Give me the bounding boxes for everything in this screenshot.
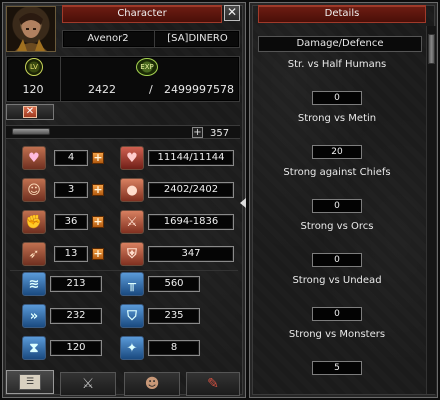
detail-label: Str. vs Half Humans — [287, 59, 387, 70]
intelligence-icon: ☺ — [22, 178, 46, 202]
exp-separator: / — [149, 83, 153, 96]
player-name: Avenor2 — [87, 33, 129, 44]
window-title: Character — [117, 8, 167, 19]
details-scrollbar[interactable] — [426, 26, 436, 394]
tab-character[interactable]: ☰ — [6, 370, 54, 394]
vitality-icon: ♥ — [22, 146, 46, 170]
attack-value: 1694-1836 — [148, 214, 234, 230]
vitality-plus-button[interactable]: + — [92, 152, 104, 164]
level-exp-divider — [60, 57, 61, 101]
dodge-value: 8 — [148, 340, 200, 356]
level-badge-label: LV — [30, 63, 38, 71]
mana-icon: ● — [120, 178, 144, 202]
max-exp: 2499997578 — [164, 83, 234, 96]
tab-skills[interactable]: ⚔ — [60, 372, 116, 396]
magic-attack-icon: ╥ — [120, 272, 144, 296]
stats-divider — [10, 270, 238, 271]
strength-icon: ✊ — [22, 210, 46, 234]
level-badge: LV — [25, 58, 43, 76]
current-exp: 2422 — [88, 83, 116, 96]
stat-points-value: 357 — [210, 128, 230, 139]
character-title-bar[interactable]: Character — [62, 5, 222, 23]
defense-shield-icon: ⛨ — [120, 242, 144, 266]
quest-icon: ✎ — [207, 376, 219, 392]
magic-defense-icon: ⛉ — [120, 304, 144, 328]
detail-label: Strong vs Orcs — [300, 221, 374, 232]
scrollbar-thumb[interactable] — [428, 34, 435, 64]
casting-speed-icon: ⧗ — [22, 336, 46, 360]
sword-gauge-icon — [12, 128, 50, 135]
detail-label: Strong vs Undead — [292, 275, 382, 286]
attack-speed-value: 213 — [50, 276, 102, 292]
dexterity-value: 13 — [54, 246, 88, 262]
detail-value: 0 — [312, 199, 362, 213]
detail-label: Strong against Chiefs — [283, 167, 391, 178]
mp-value: 2402/2402 — [148, 182, 234, 198]
character-sheet-icon: ☰ — [19, 374, 41, 390]
attack-speed-icon: ≋ — [22, 272, 46, 296]
dexterity-plus-button[interactable]: + — [92, 248, 104, 260]
guild-name: [SA]DINERO — [167, 33, 228, 44]
close-button[interactable]: ✕ — [224, 5, 240, 21]
details-section-header: Damage/Defence — [258, 36, 422, 52]
emotion-icon: ☻ — [144, 376, 160, 392]
cross-icon: ✕ — [23, 106, 37, 118]
defense-value: 347 — [148, 246, 234, 262]
crossed-swords-icon: ⚔ — [81, 376, 95, 392]
detail-value: 0 — [312, 253, 362, 267]
hp-value: 11144/11144 — [148, 150, 234, 166]
plus-icon: + — [193, 127, 202, 138]
detail-label: Strong vs Metin — [297, 113, 377, 124]
dexterity-icon: ➶ — [22, 242, 46, 266]
movement-speed-value: 232 — [50, 308, 102, 324]
reset-stats-button[interactable]: ✕ — [6, 104, 54, 120]
exp-badge: EXP — [136, 58, 158, 76]
vitality-value: 4 — [54, 150, 88, 166]
tab-quests[interactable]: ✎ — [186, 372, 240, 396]
section-header-label: Damage/Defence — [296, 38, 384, 49]
detail-value: 20 — [312, 145, 362, 159]
detail-value: 0 — [312, 307, 362, 321]
detail-value: 0 — [312, 91, 362, 105]
detail-value: 5 — [312, 361, 362, 375]
intelligence-value: 3 — [54, 182, 88, 198]
details-title: Details — [324, 8, 360, 19]
movement-speed-icon: » — [22, 304, 46, 328]
intelligence-plus-button[interactable]: + — [92, 184, 104, 196]
magic-defense-value: 235 — [148, 308, 200, 324]
character-portrait — [6, 6, 56, 52]
close-icon: ✕ — [226, 5, 238, 19]
exp-badge-label: EXP — [140, 63, 154, 71]
magic-attack-value: 560 — [148, 276, 200, 292]
strength-plus-button[interactable]: + — [92, 216, 104, 228]
heart-icon: ♥ — [120, 146, 144, 170]
warrior-face-icon — [15, 13, 47, 51]
details-title-bar[interactable]: Details — [258, 5, 426, 23]
dodge-icon: ✦ — [120, 336, 144, 360]
detail-label: Strong vs Monsters — [288, 329, 386, 340]
stat-points-add-button[interactable]: + — [192, 127, 203, 138]
casting-speed-value: 120 — [50, 340, 102, 356]
strength-value: 36 — [54, 214, 88, 230]
attack-icon: ⚔ — [120, 210, 144, 234]
tab-emotions[interactable]: ☻ — [124, 372, 180, 396]
expand-arrow-icon[interactable] — [240, 198, 246, 208]
level-value: 120 — [22, 83, 44, 96]
